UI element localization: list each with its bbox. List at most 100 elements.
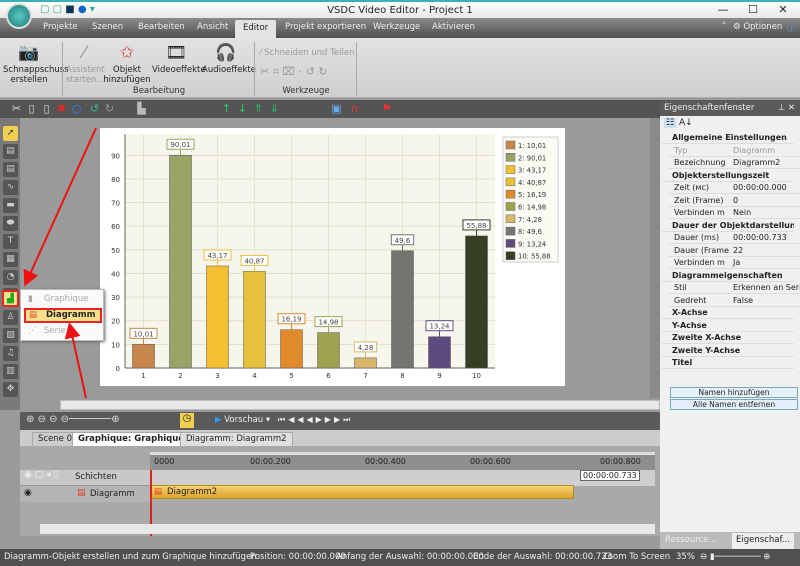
magnet-icon[interactable]: ∩ xyxy=(348,102,361,115)
property-value[interactable]: False xyxy=(733,295,753,306)
move-top-icon[interactable]: ⇑ xyxy=(252,102,265,115)
layer-row[interactable]: ◉ ▤ Diagramm xyxy=(20,486,150,502)
property-row[interactable]: Gedreht False xyxy=(668,295,800,307)
video-tool-icon[interactable]: ▥ xyxy=(3,364,18,379)
vertical-scrollbar[interactable] xyxy=(650,118,660,398)
add-object-button[interactable]: ✩ Objekt hinzufügen xyxy=(103,40,151,85)
property-value[interactable]: Nein xyxy=(733,207,751,218)
horizontal-scrollbar[interactable] xyxy=(60,400,660,410)
audio-effects-button[interactable]: 🎧 Audioeffekte xyxy=(202,40,256,75)
property-section[interactable]: Objekterstellungszeit xyxy=(662,170,794,182)
scene-canvas[interactable]: 0 10 20 30 40 50 60 70 80 90 10,01 1 90,01 2 43,17 3 40,… xyxy=(100,128,565,386)
tab-diagramm[interactable]: Diagramm: Diagramm2 xyxy=(180,432,293,446)
property-row[interactable]: Zeit (мс) 00:00:00.000 xyxy=(668,182,800,195)
cut-icon[interactable]: ✂ xyxy=(10,102,23,115)
move-bottom-icon[interactable]: ⇓ xyxy=(268,102,281,115)
property-row[interactable]: Bezeichnung Diagramm2 xyxy=(668,157,800,170)
visibility-icons[interactable]: ◉ ▢ ◂ ▯ xyxy=(24,470,58,480)
video-effects-button[interactable]: 🎞 Videoeffekte xyxy=(152,40,206,75)
end-marker[interactable]: 00:00:00.733 xyxy=(580,470,640,481)
property-value[interactable]: 22 xyxy=(733,245,743,256)
collapse-ribbon-icon[interactable]: ˄ xyxy=(722,22,726,32)
property-section[interactable]: Zweite X-Achse xyxy=(662,332,794,345)
menu-item-graphique[interactable]: ▮ Graphique xyxy=(24,292,102,307)
zoom-slider[interactable]: ⊖ ▮───────── ⊕ xyxy=(700,552,770,562)
tab-resources[interactable]: Ressource... xyxy=(665,535,717,545)
menu-item-serie[interactable]: ⋰ Serie xyxy=(24,324,102,339)
ellipse-tool-icon[interactable]: ⬬ xyxy=(3,216,18,231)
layers-tool-icon[interactable]: ▤ xyxy=(3,162,18,177)
animation-tool-icon[interactable]: ♙ xyxy=(3,310,18,325)
audio-tool-icon[interactable]: ♫ xyxy=(3,346,18,361)
property-value[interactable]: 0 xyxy=(733,195,738,206)
tab-aktivieren[interactable]: Aktivieren xyxy=(432,22,475,32)
cut-split-button[interactable]: ⁄ Schneiden und Teilen xyxy=(260,48,354,58)
chart-tool-icon[interactable]: ▟ xyxy=(2,290,19,307)
menu-item-diagramm[interactable]: ▤ Diagramm xyxy=(24,308,102,323)
property-section[interactable]: Titel xyxy=(662,357,794,370)
image-tool-icon[interactable]: ▨ xyxy=(3,328,18,343)
delete-icon[interactable]: ✖ xyxy=(55,102,68,115)
zoom-controls[interactable]: ⊕ ⊖ ⊖ ⊖───────⊕ xyxy=(26,414,120,425)
zoom-to-screen-button[interactable]: Zoom To Screen xyxy=(602,552,670,562)
remove-names-button[interactable]: Alle Namen entfernen xyxy=(670,399,798,410)
property-section[interactable]: Dauer der Objektdarstellung xyxy=(662,220,794,232)
tab-szenen[interactable]: Szenen xyxy=(92,22,123,32)
pointer-tool-icon[interactable]: ➚ xyxy=(3,126,18,141)
eye-icon[interactable]: ◉ xyxy=(24,488,32,498)
tab-properties[interactable]: Eigenschaf... xyxy=(732,533,794,549)
tool-icons[interactable]: ✂ ⌗ ⌧ · ↺ ↻ xyxy=(260,65,328,79)
property-value[interactable]: 00:00:00.733 xyxy=(733,232,787,243)
rectangle-tool-icon[interactable]: ▬ xyxy=(3,198,18,213)
sort-buttons[interactable]: ☷ A↓ xyxy=(660,116,800,132)
move-down-icon[interactable]: ↓ xyxy=(236,102,249,115)
property-section[interactable]: Y-Achse xyxy=(662,320,794,332)
property-section[interactable]: Allgemeine Einstellungen xyxy=(662,132,794,145)
move-tool-icon[interactable]: ✥ xyxy=(3,382,18,397)
tab-projekte[interactable]: Projekte xyxy=(43,22,78,32)
minimize-button[interactable]: — xyxy=(708,3,738,19)
property-value[interactable]: Erkennen an Serie xyxy=(733,282,800,293)
circle-icon[interactable]: ○ xyxy=(70,102,83,115)
close-button[interactable]: ✕ xyxy=(768,3,798,19)
property-row[interactable]: Stil Erkennen an Serie xyxy=(668,282,800,295)
curve-tool-icon[interactable]: ∿ xyxy=(3,180,18,195)
property-row[interactable]: Verbinden m Nein xyxy=(668,207,800,220)
property-row[interactable]: Dauer (Frame 22 xyxy=(668,245,800,257)
property-row[interactable]: Verbinden m Ja xyxy=(668,257,800,270)
property-value[interactable]: Diagramm xyxy=(733,145,775,156)
snapshot-button[interactable]: 📷 Schnappschuss erstellen xyxy=(3,40,69,85)
layer-tool-icon[interactable]: ▤ xyxy=(3,144,18,159)
undo-icon[interactable]: ↺ xyxy=(88,102,101,115)
paste-icon[interactable]: ▯ xyxy=(40,102,53,115)
pin-close-icons[interactable]: ⊥ ✕ xyxy=(778,103,795,113)
info-icon[interactable]: ⓘ xyxy=(787,22,796,34)
preview-button[interactable]: ▶ Vorschau ▾ xyxy=(215,415,270,425)
alphabetical-icon[interactable]: A↓ xyxy=(679,118,693,128)
text-tool-icon[interactable]: T xyxy=(3,234,18,249)
app-logo[interactable] xyxy=(6,3,32,29)
tab-projekt-exportieren[interactable]: Projekt exportieren xyxy=(285,22,366,32)
assistant-button[interactable]: ⁄ Assistent starten... xyxy=(66,40,105,85)
property-value[interactable]: 00:00:00.000 xyxy=(733,182,787,193)
options-button[interactable]: ⚙ Optionen xyxy=(733,22,782,32)
move-up-icon[interactable]: ↑ xyxy=(220,102,233,115)
window-icon[interactable]: ▣ xyxy=(330,102,343,115)
tab-werkzeuge[interactable]: Werkzeuge xyxy=(373,22,420,32)
property-section[interactable]: Diagrammeigenschaften xyxy=(662,270,794,282)
property-row[interactable]: Zeit (Frame) 0 xyxy=(668,195,800,207)
property-row[interactable]: Typ Diagramm xyxy=(668,145,800,157)
redo-icon[interactable]: ↻ xyxy=(103,102,116,115)
property-value[interactable]: Diagramm2 xyxy=(733,157,780,168)
transport-controls[interactable]: ⏮◀◀◀▶▶▶⏭ xyxy=(278,415,353,425)
tab-bearbeiten[interactable]: Bearbeiten xyxy=(138,22,185,32)
subtitle-tool-icon[interactable]: ▦ xyxy=(3,252,18,267)
flag-icon[interactable]: ⚑ xyxy=(380,102,393,115)
clip-diagramm2[interactable]: ▤ Diagramm2 xyxy=(150,485,574,499)
sprite-tool-icon[interactable]: ◔ xyxy=(3,270,18,285)
property-row[interactable]: Dauer (ms) 00:00:00.733 xyxy=(668,232,800,245)
copy-icon[interactable]: ▯ xyxy=(25,102,38,115)
clock-icon[interactable]: ◷ xyxy=(180,413,194,428)
categorized-icon[interactable]: ☷ xyxy=(664,118,677,128)
timeline-scrollbar[interactable] xyxy=(40,524,655,534)
